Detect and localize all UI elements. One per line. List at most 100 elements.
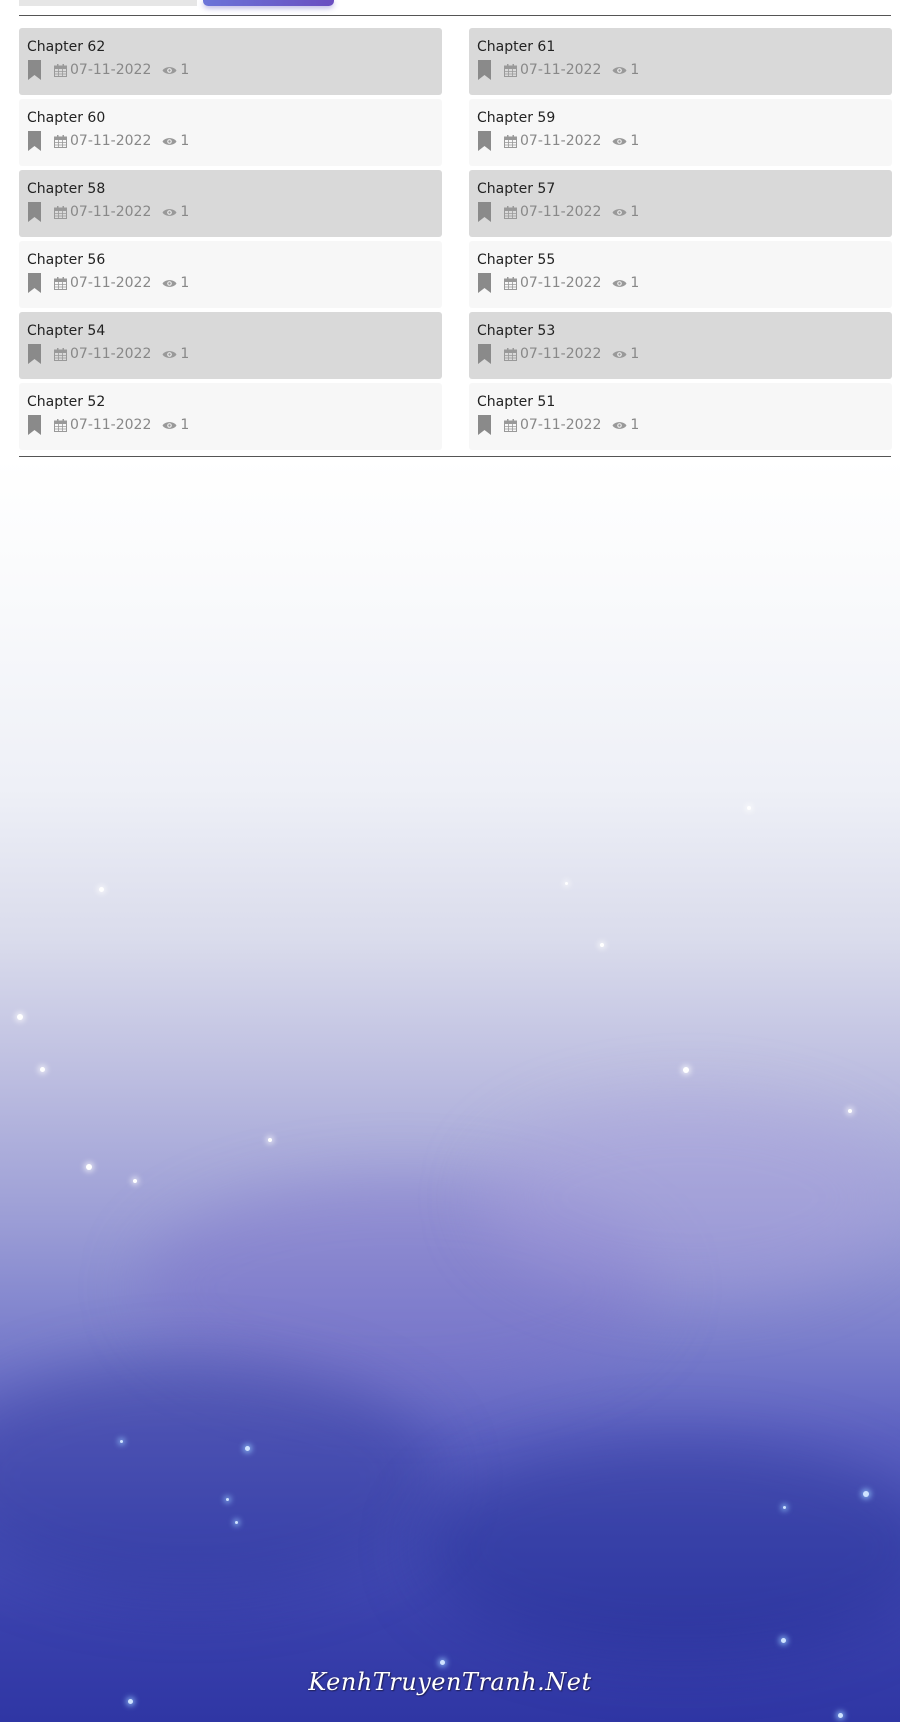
chapter-views: 1 — [180, 346, 190, 362]
bookmark-icon[interactable] — [477, 344, 492, 364]
star — [40, 1067, 45, 1072]
calendar-icon — [504, 63, 517, 77]
chapter-meta: 07-11-2022 1 — [27, 273, 434, 293]
calendar-icon — [504, 418, 517, 432]
bookmark-icon[interactable] — [27, 344, 42, 364]
chapter-title[interactable]: Chapter 60 — [27, 110, 434, 126]
chapter-views: 1 — [630, 275, 640, 291]
chapter-views: 1 — [180, 62, 190, 78]
star — [747, 806, 751, 810]
eye-icon — [162, 421, 177, 429]
bookmark-icon[interactable] — [27, 131, 42, 151]
divider-bottom — [19, 456, 891, 457]
chapter-date: 07-11-2022 — [520, 204, 602, 220]
chapter-item[interactable]: Chapter 61 07-11-2022 1 — [469, 28, 892, 95]
eye-icon — [612, 208, 627, 216]
chapter-date: 07-11-2022 — [520, 62, 602, 78]
chapter-title[interactable]: Chapter 53 — [477, 323, 884, 339]
chapter-item[interactable]: Chapter 51 07-11-2022 1 — [469, 383, 892, 450]
chapter-item[interactable]: Chapter 55 07-11-2022 1 — [469, 241, 892, 308]
chapter-title[interactable]: Chapter 51 — [477, 394, 884, 410]
bookmark-icon[interactable] — [27, 273, 42, 293]
range-tab[interactable] — [19, 0, 197, 6]
chapter-title[interactable]: Chapter 59 — [477, 110, 884, 126]
chapter-meta: 07-11-2022 1 — [27, 131, 434, 151]
calendar-icon — [54, 418, 67, 432]
chapter-title[interactable]: Chapter 54 — [27, 323, 434, 339]
chapter-title[interactable]: Chapter 57 — [477, 181, 884, 197]
chapter-item[interactable]: Chapter 57 07-11-2022 1 — [469, 170, 892, 237]
calendar-icon — [54, 205, 67, 219]
chapter-meta: 07-11-2022 1 — [27, 202, 434, 222]
chapter-range-tabs — [19, 0, 339, 6]
bookmark-icon[interactable] — [477, 202, 492, 222]
chapter-date: 07-11-2022 — [70, 346, 152, 362]
chapter-meta: 07-11-2022 1 — [477, 60, 884, 80]
chapter-item[interactable]: Chapter 53 07-11-2022 1 — [469, 312, 892, 379]
chapter-item[interactable]: Chapter 58 07-11-2022 1 — [19, 170, 442, 237]
chapter-meta: 07-11-2022 1 — [27, 344, 434, 364]
star — [99, 887, 104, 892]
chapter-item[interactable]: Chapter 52 07-11-2022 1 — [19, 383, 442, 450]
divider-top — [19, 15, 891, 16]
bookmark-icon[interactable] — [27, 202, 42, 222]
chapter-item[interactable]: Chapter 56 07-11-2022 1 — [19, 241, 442, 308]
star — [863, 1491, 869, 1497]
calendar-icon — [504, 276, 517, 290]
chapter-title[interactable]: Chapter 58 — [27, 181, 434, 197]
star — [600, 943, 604, 947]
chapter-list: Chapter 62 07-11-2022 1 Chapter 61 07-11… — [19, 28, 892, 450]
calendar-icon — [54, 63, 67, 77]
range-tab-active[interactable] — [203, 0, 334, 6]
chapter-views: 1 — [630, 133, 640, 149]
chapter-title[interactable]: Chapter 52 — [27, 394, 434, 410]
calendar-icon — [54, 276, 67, 290]
chapter-item[interactable]: Chapter 60 07-11-2022 1 — [19, 99, 442, 166]
chapter-title[interactable]: Chapter 56 — [27, 252, 434, 268]
star — [17, 1014, 23, 1020]
chapter-title[interactable]: Chapter 62 — [27, 39, 434, 55]
chapter-views: 1 — [630, 417, 640, 433]
chapter-meta: 07-11-2022 1 — [477, 415, 884, 435]
chapter-date: 07-11-2022 — [70, 417, 152, 433]
bookmark-icon[interactable] — [27, 60, 42, 80]
eye-icon — [612, 137, 627, 145]
bookmark-icon[interactable] — [477, 131, 492, 151]
chapter-title[interactable]: Chapter 55 — [477, 252, 884, 268]
calendar-icon — [504, 134, 517, 148]
star — [848, 1109, 852, 1113]
chapter-date: 07-11-2022 — [70, 275, 152, 291]
eye-icon — [162, 208, 177, 216]
chapter-date: 07-11-2022 — [520, 275, 602, 291]
background-artwork — [0, 458, 900, 1722]
chapter-views: 1 — [180, 417, 190, 433]
chapter-item[interactable]: Chapter 54 07-11-2022 1 — [19, 312, 442, 379]
star — [133, 1179, 137, 1183]
chapter-date: 07-11-2022 — [70, 204, 152, 220]
chapter-title[interactable]: Chapter 61 — [477, 39, 884, 55]
chapter-date: 07-11-2022 — [520, 133, 602, 149]
bookmark-icon[interactable] — [477, 415, 492, 435]
star — [783, 1506, 786, 1509]
chapter-date: 07-11-2022 — [520, 417, 602, 433]
chapter-views: 1 — [630, 62, 640, 78]
eye-icon — [612, 421, 627, 429]
chapter-date: 07-11-2022 — [70, 62, 152, 78]
eye-icon — [162, 137, 177, 145]
calendar-icon — [504, 347, 517, 361]
cloud — [420, 1438, 900, 1658]
bookmark-icon[interactable] — [27, 415, 42, 435]
calendar-icon — [54, 134, 67, 148]
cloud — [480, 1098, 900, 1298]
chapter-meta: 07-11-2022 1 — [477, 344, 884, 364]
chapter-meta: 07-11-2022 1 — [477, 273, 884, 293]
chapter-item[interactable]: Chapter 62 07-11-2022 1 — [19, 28, 442, 95]
star — [565, 882, 568, 885]
chapter-date: 07-11-2022 — [70, 133, 152, 149]
star — [128, 1699, 133, 1704]
calendar-icon — [54, 347, 67, 361]
chapter-item[interactable]: Chapter 59 07-11-2022 1 — [469, 99, 892, 166]
eye-icon — [612, 66, 627, 74]
bookmark-icon[interactable] — [477, 273, 492, 293]
bookmark-icon[interactable] — [477, 60, 492, 80]
